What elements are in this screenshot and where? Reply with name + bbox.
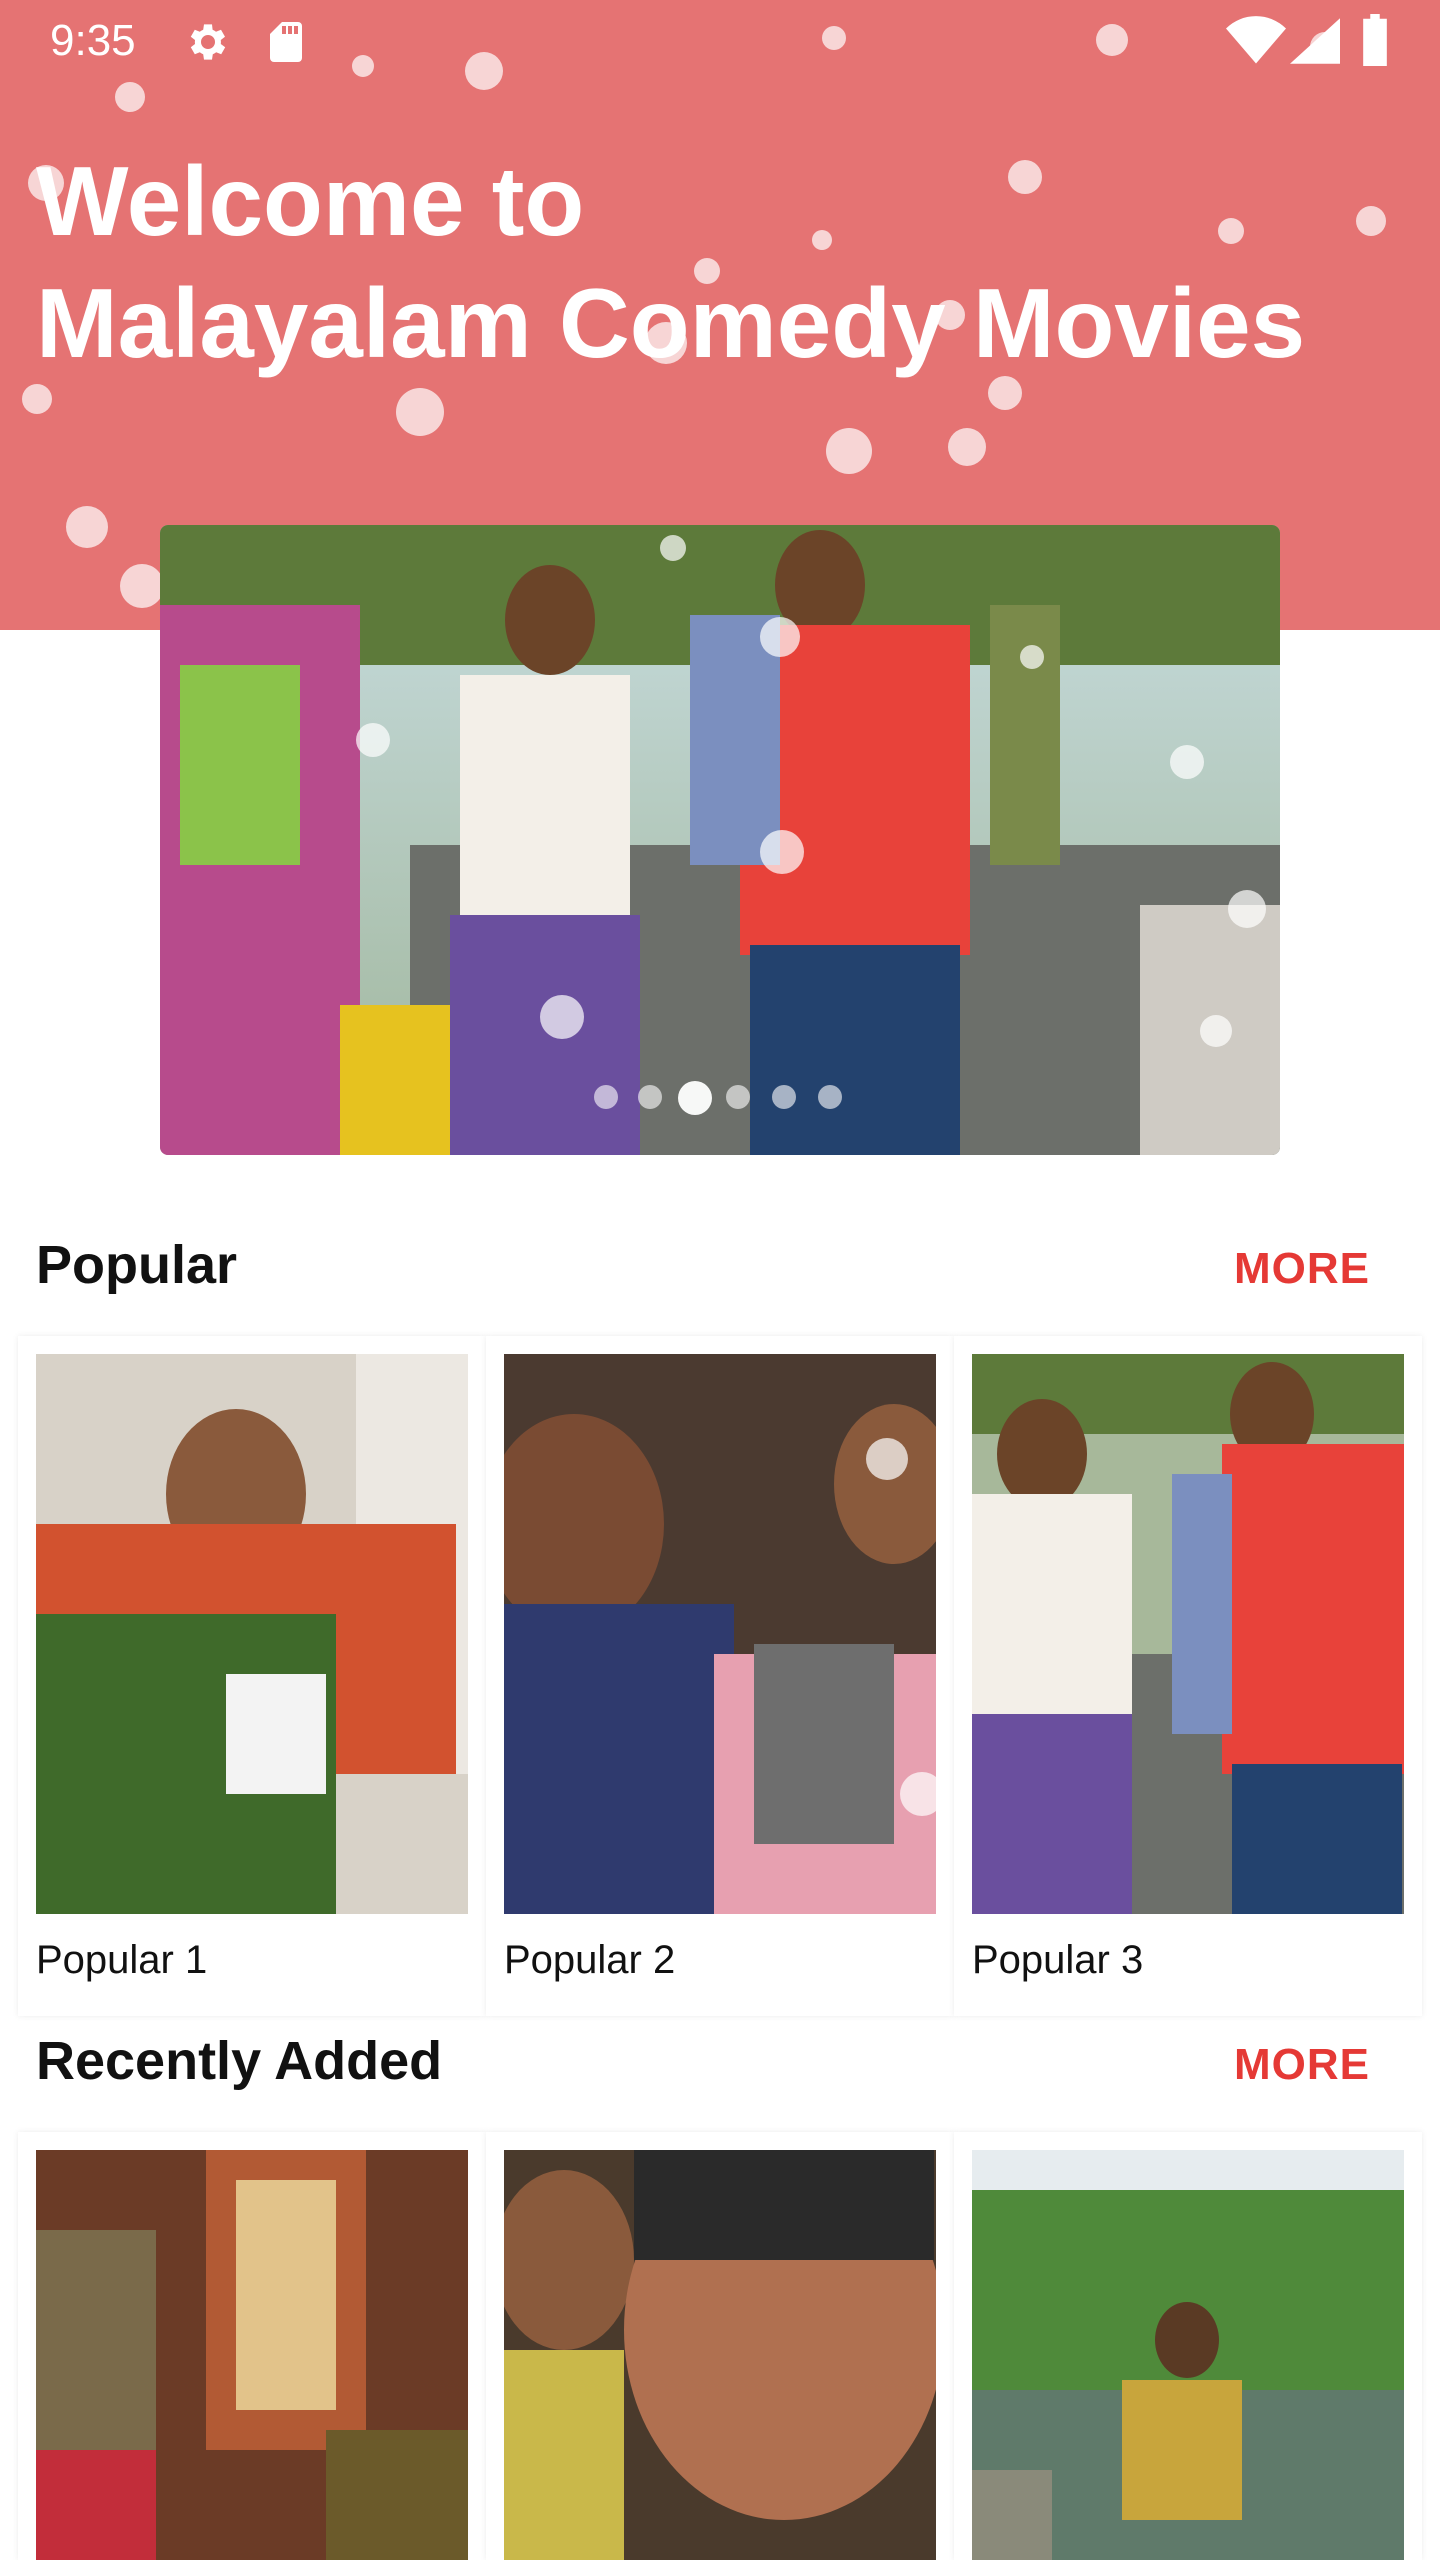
pager-dot[interactable]	[772, 1085, 796, 1109]
bubble-decoration	[540, 995, 584, 1039]
bubble-decoration	[66, 506, 108, 548]
signal-icon	[1290, 18, 1340, 69]
pager-dot[interactable]	[594, 1085, 618, 1109]
popular-more-button[interactable]: MORE	[1234, 1244, 1370, 1294]
popular-3-title[interactable]: Popular 3	[972, 1938, 1143, 1983]
recent-1-thumbnail[interactable]	[36, 2150, 468, 2560]
welcome-line-1: Welcome to	[36, 146, 585, 256]
popular-1-thumbnail[interactable]	[36, 1354, 468, 1914]
bubble-decoration	[866, 1438, 908, 1480]
wifi-icon	[1226, 16, 1286, 71]
recent-3-thumbnail[interactable]	[972, 2150, 1404, 2560]
pager-dot[interactable]	[638, 1085, 662, 1109]
battery-icon	[1360, 14, 1390, 71]
hero-scene	[160, 525, 1280, 1155]
popular-1-title[interactable]: Popular 1	[36, 1938, 207, 1983]
bubble-decoration	[826, 428, 872, 474]
pager-dot[interactable]	[818, 1085, 842, 1109]
settings-icon	[184, 18, 232, 71]
bubble-decoration	[22, 384, 52, 414]
bubble-decoration	[115, 82, 145, 112]
bubble-decoration	[396, 388, 444, 436]
bubble-decoration	[1020, 645, 1044, 669]
recent-section-title: Recently Added	[36, 2031, 443, 2091]
popular-section-title: Popular	[36, 1235, 238, 1295]
bubble-decoration	[1228, 890, 1266, 928]
bubble-decoration	[900, 1772, 936, 1816]
popular-2-thumbnail[interactable]	[504, 1354, 936, 1914]
bubble-decoration	[120, 564, 164, 608]
welcome-title: Welcome to Malayalam Comedy Movies	[36, 140, 1416, 384]
bubble-decoration	[948, 428, 986, 466]
sd-card-icon	[262, 18, 310, 71]
popular-2-title[interactable]: Popular 2	[504, 1938, 675, 1983]
recent-more-button[interactable]: MORE	[1234, 2040, 1370, 2090]
status-time: 9:35	[50, 16, 136, 65]
recent-2-thumbnail[interactable]	[504, 2150, 936, 2560]
popular-3-thumbnail[interactable]	[972, 1354, 1404, 1914]
bubble-decoration	[760, 617, 800, 657]
bubble-decoration	[356, 723, 390, 757]
status-bar: 9:35	[0, 0, 1440, 84]
pager-dot-active[interactable]	[678, 1081, 712, 1115]
pager-dot[interactable]	[726, 1085, 750, 1109]
bubble-decoration	[760, 830, 804, 874]
bubble-decoration	[1200, 1015, 1232, 1047]
welcome-line-2: Malayalam Comedy Movies	[36, 268, 1306, 378]
bubble-decoration	[660, 535, 686, 561]
hero-banner-image[interactable]	[160, 525, 1280, 1155]
bubble-decoration	[1170, 745, 1204, 779]
